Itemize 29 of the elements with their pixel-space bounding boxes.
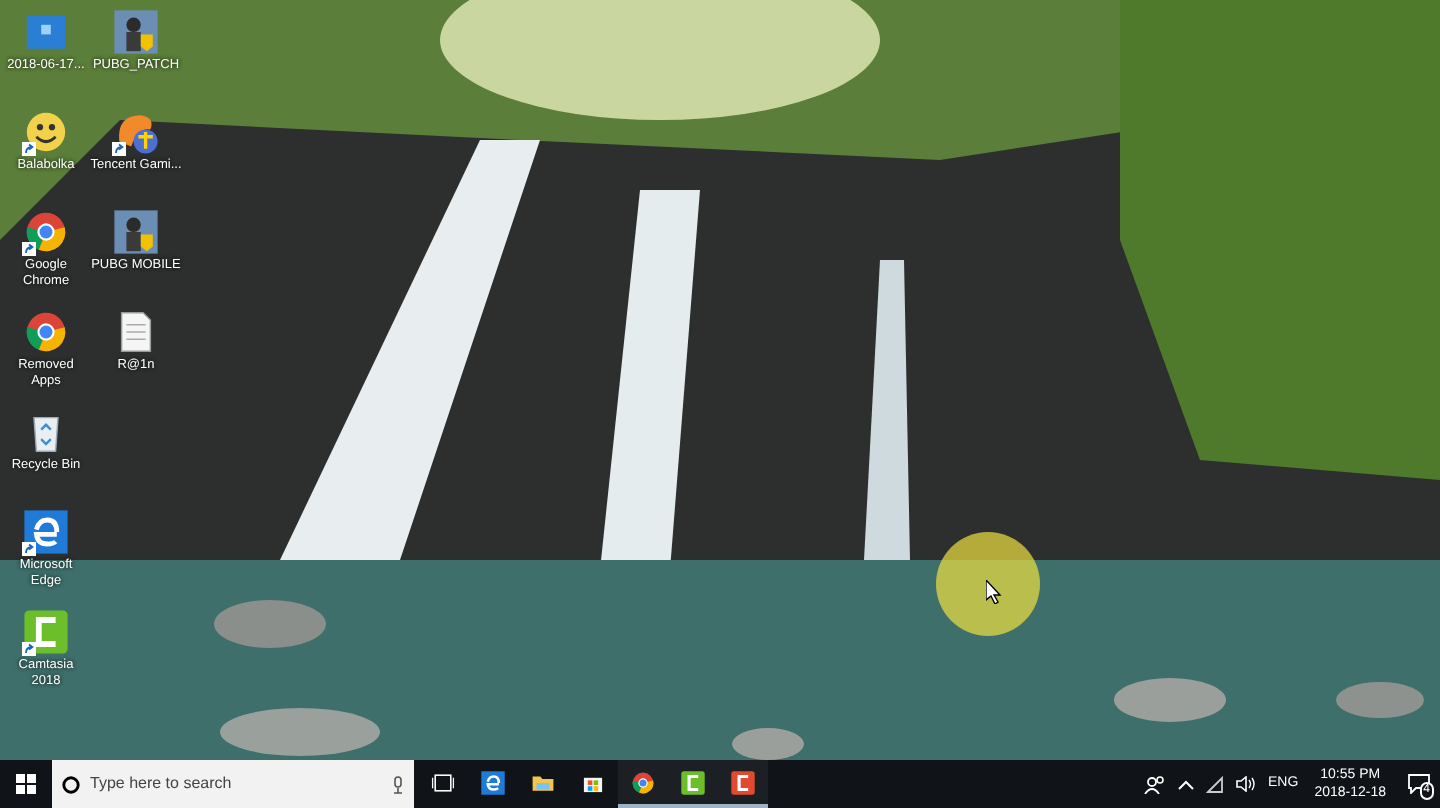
shortcut-arrow-icon [22,642,36,656]
shortcut-arrow-icon [22,242,36,256]
taskbar-app-button[interactable] [618,760,668,808]
edge-e-icon [480,769,506,795]
edge-e-icon [22,508,70,556]
taskbar-app-button[interactable] [718,760,768,808]
letter-c-app-icon [680,769,706,795]
shortcut-arrow-icon [22,142,36,156]
game-character-icon [112,208,160,256]
chrome-ball-icon [22,208,70,256]
shortcut-arrow-icon [112,142,126,156]
chevron-up-icon[interactable] [1178,779,1195,789]
smiley-face-icon [22,108,70,156]
search-box[interactable]: Type here to search [52,760,414,808]
letter-c-tile-icon [730,769,756,795]
letter-c-app-icon [22,608,70,656]
network-icon[interactable] [1206,775,1225,793]
task-view-icon [430,769,456,795]
search-field[interactable]: Type here to search [90,772,382,796]
cortana-circle-icon [62,775,80,793]
chrome-ball-icon [22,308,70,356]
chrome-ball-icon [630,769,656,795]
mouse-cursor-icon [986,580,1002,604]
windows-logo-icon [16,774,36,794]
microphone-icon [392,775,404,793]
shortcut-arrow-icon [22,542,36,556]
speaker-icon[interactable] [1236,776,1257,792]
people-icon[interactable] [1144,775,1167,793]
game-character-icon [112,8,160,56]
